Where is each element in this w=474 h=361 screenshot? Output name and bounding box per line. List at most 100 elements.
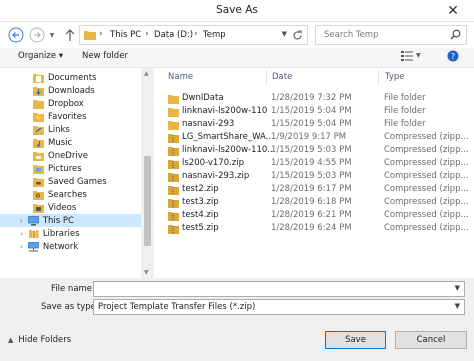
sidebar-item-documents[interactable]: Documents [33, 71, 96, 84]
breadcrumb-data-drive[interactable]: Data (D:) [154, 30, 193, 40]
file-row[interactable]: linknavi-ls200w-110... 1/15/2019 5:03 PM… [154, 145, 474, 158]
sidebar-scroll-thumb[interactable] [144, 156, 151, 246]
file-type: File folder [384, 106, 426, 116]
column-header-date[interactable]: Date [272, 72, 292, 82]
sidebar-item-onedrive[interactable]: OneDrive [33, 149, 88, 162]
sidebar-item-favorites[interactable]: Favorites [33, 110, 86, 123]
sidebar-item-label: Dropbox [48, 98, 84, 109]
forward-button[interactable] [29, 27, 45, 43]
breadcrumb-this-pc[interactable]: This PC [110, 30, 141, 40]
zip-folder-icon [168, 212, 179, 221]
onedrive-icon [33, 151, 44, 161]
help-button[interactable]: ? [447, 50, 459, 62]
zip-folder-icon [168, 134, 179, 143]
refresh-button[interactable] [290, 28, 304, 42]
recent-locations-button[interactable]: ▼ [47, 27, 57, 43]
column-header-type[interactable]: Type [385, 72, 405, 82]
file-type: Compressed (zipp... [384, 145, 469, 155]
file-name: ls200-v170.zip [182, 158, 245, 168]
navigation-bar: ▼ › This PC › Data (D:) › Temp ▼ Search … [0, 22, 474, 48]
change-view-button[interactable]: ▼ [401, 50, 421, 61]
file-type: Compressed (zipp... [384, 158, 469, 168]
sidebar-scrollbar[interactable]: ▲ ▼ [141, 68, 154, 278]
file-name-input[interactable]: ▼ [93, 281, 465, 297]
sidebar-item-pictures[interactable]: Pictures [33, 162, 82, 175]
new-folder-button[interactable]: New folder [82, 51, 128, 61]
file-date: 1/15/2019 5:04 PM [271, 106, 352, 116]
file-row[interactable]: linknavi-ls200w-110 1/15/2019 5:04 PM Fi… [154, 106, 474, 119]
sidebar-item-label: Searches [48, 189, 87, 200]
saved-games-icon [33, 177, 44, 187]
save-as-type-select[interactable]: Project Template Transfer Files (*.zip) … [93, 299, 465, 315]
scroll-down-icon[interactable]: ▼ [144, 269, 149, 276]
file-date: 1/28/2019 6:24 PM [271, 223, 352, 233]
sidebar-item-dropbox[interactable]: Dropbox [33, 97, 84, 110]
column-divider[interactable] [266, 70, 267, 86]
sidebar-item-this-pc[interactable]: › This PC [0, 214, 141, 227]
sidebar-item-links[interactable]: Links [33, 123, 70, 136]
chevron-down-icon: ▼ [416, 52, 421, 59]
chevron-down-icon: ▼ [454, 302, 460, 310]
file-row[interactable]: ls200-v170.zip 1/15/2019 4:55 PM Compres… [154, 158, 474, 171]
close-button[interactable]: ✕ [433, 0, 473, 21]
file-name-label: File name: [51, 284, 95, 294]
folder-icon [168, 121, 179, 130]
music-icon [33, 138, 44, 148]
chevron-down-icon[interactable]: ▼ [455, 284, 460, 292]
sidebar-item-downloads[interactable]: Downloads [33, 84, 95, 97]
file-date: 1/15/2019 5:03 PM [271, 145, 352, 155]
file-row[interactable]: test5.zip 1/28/2019 6:24 PM Compressed (… [154, 223, 474, 236]
sidebar-item-videos[interactable]: Videos [33, 201, 76, 214]
sidebar-item-saved-games[interactable]: Saved Games [33, 175, 107, 188]
sidebar-item-music[interactable]: Music [33, 136, 72, 149]
file-date: 1/28/2019 7:32 PM [271, 93, 352, 103]
file-row[interactable]: LG_SmartShare_WA... 1/9/2019 9:17 PM Com… [154, 132, 474, 145]
sidebar-item-label: Pictures [48, 163, 82, 174]
network-icon [27, 241, 39, 252]
file-date: 1/9/2019 9:17 PM [271, 132, 347, 142]
file-name: linknavi-ls200w-110 [182, 106, 268, 116]
pictures-icon [33, 164, 44, 174]
file-row[interactable]: DwnlData 1/28/2019 7:32 PM File folder [154, 93, 474, 106]
sidebar-item-label: Music [48, 137, 73, 148]
breadcrumb-separator-icon: › [99, 29, 103, 39]
hide-folders-toggle[interactable]: ▲ Hide Folders [8, 335, 71, 345]
sidebar-item-network[interactable]: › Network [20, 240, 78, 253]
sidebar-item-searches[interactable]: Searches [33, 188, 87, 201]
help-icon: ? [447, 50, 459, 62]
organize-button[interactable]: Organize ▾ [18, 51, 63, 61]
address-dropdown-icon[interactable]: ▼ [282, 30, 287, 38]
cancel-button[interactable]: Cancel [395, 331, 467, 349]
file-name: LG_SmartShare_WA... [182, 132, 272, 142]
breadcrumb-separator-icon: › [194, 29, 198, 39]
videos-icon [33, 203, 44, 213]
file-row[interactable]: test3.zip 1/28/2019 6:18 PM Compressed (… [154, 197, 474, 210]
favorites-icon [33, 112, 44, 122]
sidebar-item-label: Network [42, 241, 79, 252]
file-row[interactable]: nasnavi-293.zip 1/15/2019 5:03 PM Compre… [154, 171, 474, 184]
up-button[interactable] [62, 27, 78, 43]
file-name: test2.zip [182, 184, 219, 194]
chevron-up-icon: ▲ [8, 336, 14, 344]
close-icon: ✕ [447, 2, 459, 19]
search-placeholder: Search Temp [324, 30, 379, 40]
searches-icon [33, 190, 44, 200]
breadcrumb-temp[interactable]: Temp [203, 30, 226, 40]
sidebar-item-libraries[interactable]: › Libraries [20, 227, 80, 240]
sidebar-item-label: Favorites [48, 111, 87, 122]
file-type: File folder [384, 93, 426, 103]
file-type: Compressed (zipp... [384, 171, 469, 181]
search-box[interactable]: Search Temp [315, 25, 467, 45]
scroll-up-icon[interactable]: ▲ [144, 70, 149, 77]
folder-icon [84, 31, 96, 40]
file-row[interactable]: test4.zip 1/28/2019 6:21 PM Compressed (… [154, 210, 474, 223]
address-bar[interactable]: › This PC › Data (D:) › Temp ▼ [79, 25, 308, 45]
zip-folder-icon [168, 199, 179, 208]
file-row[interactable]: test2.zip 1/28/2019 6:17 PM Compressed (… [154, 184, 474, 197]
save-button[interactable]: Save [325, 331, 386, 349]
column-header-name[interactable]: Name [168, 72, 193, 82]
chevron-right-icon: › [20, 216, 23, 225]
file-row[interactable]: nasnavi-293 1/15/2019 5:04 PM File folde… [154, 119, 474, 132]
column-divider[interactable] [378, 70, 379, 86]
back-button[interactable] [8, 27, 24, 43]
